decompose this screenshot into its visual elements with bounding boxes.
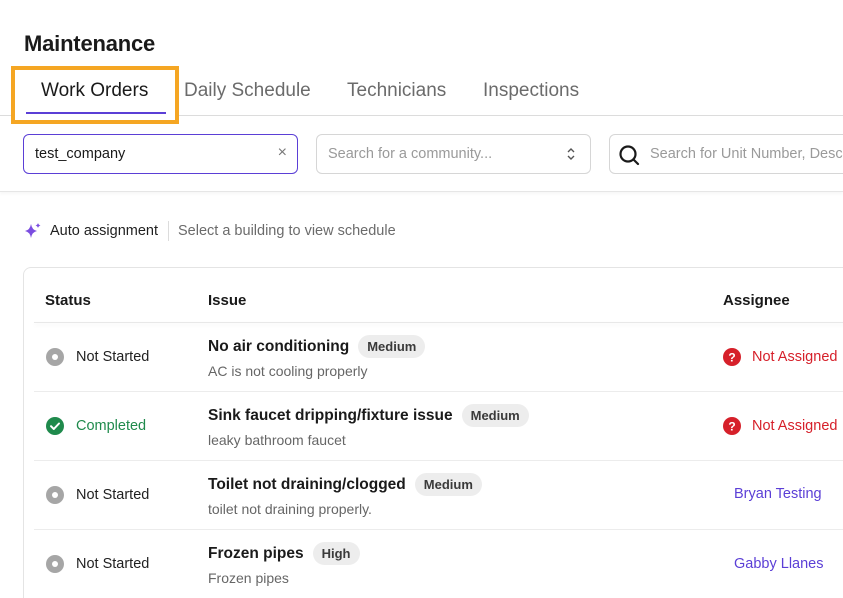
column-header-issue[interactable]: Issue bbox=[208, 292, 246, 309]
tab-inspections[interactable]: Inspections bbox=[483, 80, 579, 102]
issue-description: AC is not cooling properly bbox=[208, 363, 368, 379]
issue-title[interactable]: Frozen pipes High bbox=[208, 542, 360, 565]
auto-assignment-button[interactable]: Auto assignment bbox=[50, 223, 158, 239]
tab-bar: Work Orders Daily Schedule Technicians I… bbox=[0, 66, 843, 124]
issue-title[interactable]: Sink faucet dripping/fixture issue Mediu… bbox=[208, 404, 529, 427]
clear-icon[interactable]: × bbox=[278, 144, 287, 162]
issue-title-text: No air conditioning bbox=[208, 337, 350, 355]
work-orders-table: Status Issue Assignee Not Started No air… bbox=[23, 267, 843, 598]
priority-badge: Medium bbox=[461, 404, 529, 427]
status-cell: Not Started bbox=[46, 348, 149, 366]
issue-title[interactable]: No air conditioning Medium bbox=[208, 335, 426, 358]
company-value: test_company bbox=[35, 146, 126, 162]
table-row[interactable]: Not Started No air conditioning Medium A… bbox=[34, 323, 843, 392]
svg-text:?: ? bbox=[728, 351, 735, 365]
status-text: Completed bbox=[76, 418, 147, 434]
not-started-icon bbox=[46, 555, 64, 573]
alert-icon: ? bbox=[723, 348, 741, 366]
active-tab-underline bbox=[26, 112, 166, 114]
community-placeholder: Search for a community... bbox=[328, 146, 493, 162]
table-row[interactable]: Completed Sink faucet dripping/fixture i… bbox=[34, 392, 843, 461]
priority-badge: Medium bbox=[414, 473, 482, 496]
schedule-hint: Select a building to view schedule bbox=[178, 223, 396, 239]
auto-assignment-bar: Auto assignment Select a building to vie… bbox=[24, 221, 396, 241]
assignee-text: Not Assigned bbox=[752, 349, 838, 365]
issue-description: Frozen pipes bbox=[208, 570, 289, 586]
search-input[interactable]: Search for Unit Number, Desc bbox=[609, 134, 843, 174]
company-select[interactable]: test_company × bbox=[23, 134, 298, 174]
page-title: Maintenance bbox=[24, 31, 156, 56]
tab-daily-schedule[interactable]: Daily Schedule bbox=[184, 80, 311, 102]
status-text: Not Started bbox=[76, 556, 150, 572]
svg-text:?: ? bbox=[728, 420, 735, 434]
status-text: Not Started bbox=[76, 349, 150, 365]
completed-check-icon bbox=[46, 417, 64, 435]
issue-title-text: Toilet not draining/clogged bbox=[208, 475, 406, 493]
priority-badge: Medium bbox=[358, 335, 426, 358]
issue-title-text: Sink faucet dripping/fixture issue bbox=[208, 406, 453, 424]
alert-icon: ? bbox=[723, 417, 741, 435]
status-cell: Not Started bbox=[46, 555, 149, 573]
filter-bar: test_company × Search for a community...… bbox=[0, 116, 843, 192]
priority-badge: High bbox=[312, 542, 360, 565]
search-icon bbox=[619, 145, 640, 166]
status-cell: Not Started bbox=[46, 486, 149, 504]
tab-work-orders[interactable]: Work Orders bbox=[41, 80, 148, 102]
assignee-text: Not Assigned bbox=[752, 418, 838, 434]
assignee-link[interactable]: Bryan Testing bbox=[734, 486, 822, 502]
column-header-status[interactable]: Status bbox=[45, 292, 91, 309]
tab-technicians[interactable]: Technicians bbox=[347, 80, 446, 102]
issue-title-text: Frozen pipes bbox=[208, 544, 304, 562]
assignee-link[interactable]: Gabby Llanes bbox=[734, 556, 823, 572]
status-cell: Completed bbox=[46, 417, 146, 435]
column-header-assignee[interactable]: Assignee bbox=[723, 292, 790, 309]
issue-description: toilet not draining properly. bbox=[208, 501, 372, 517]
assignee-cell[interactable]: ? Not Assigned bbox=[723, 417, 837, 435]
not-started-icon bbox=[46, 486, 64, 504]
table-row[interactable]: Not Started Toilet not draining/clogged … bbox=[34, 461, 843, 530]
chevron-up-down-icon bbox=[567, 148, 575, 160]
issue-title[interactable]: Toilet not draining/clogged Medium bbox=[208, 473, 482, 496]
sparkle-icon bbox=[25, 223, 41, 238]
search-placeholder: Search for Unit Number, Desc bbox=[650, 146, 843, 162]
community-select[interactable]: Search for a community... bbox=[316, 134, 591, 174]
issue-description: leaky bathroom faucet bbox=[208, 432, 346, 448]
table-row[interactable]: Not Started Frozen pipes High Frozen pip… bbox=[34, 530, 843, 598]
status-text: Not Started bbox=[76, 487, 150, 503]
assignee-cell[interactable]: ? Not Assigned bbox=[723, 348, 837, 366]
divider bbox=[168, 221, 170, 241]
not-started-icon bbox=[46, 348, 64, 366]
